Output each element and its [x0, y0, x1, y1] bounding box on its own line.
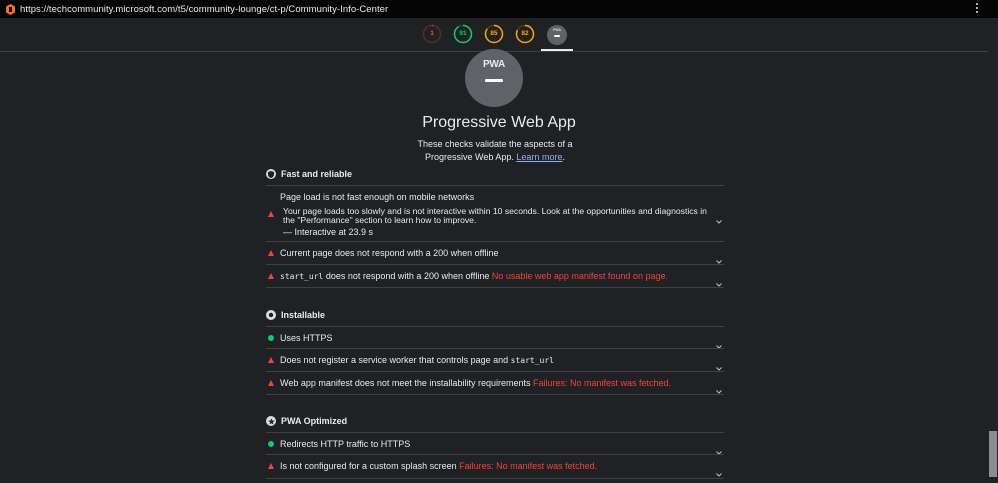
fail-triangle-icon — [268, 357, 274, 363]
section-installable: Installable — [266, 308, 325, 322]
audit-title: Page load is not fast enough on mobile n… — [280, 192, 475, 202]
pass-dot-icon — [268, 335, 274, 341]
pwa-category-badge: PWA — [465, 49, 523, 107]
section-pwa-optimized: PWA Optimized — [266, 414, 347, 428]
audit-redirects-https[interactable]: Redirects HTTP traffic to HTTPS — [266, 432, 724, 455]
site-favicon-icon — [6, 3, 15, 15]
fail-triangle-icon — [268, 380, 274, 386]
performance-score-gauge[interactable]: 1 — [422, 24, 442, 44]
more-options-icon[interactable] — [975, 3, 979, 14]
audit-failure-detail: Your page loads too slowly and is not in… — [283, 206, 707, 225]
audit-title-text: does not respond with a 200 when offline — [325, 271, 490, 281]
chevron-down-icon[interactable] — [716, 211, 722, 229]
section-title: Fast and reliable — [281, 169, 353, 179]
audit-title: Uses HTTPS — [280, 333, 333, 343]
url-text[interactable]: https://techcommunity.microsoft.com/t5/c… — [20, 4, 388, 15]
category-description: These checks validate the aspects of a P… — [417, 139, 573, 162]
fail-triangle-icon — [268, 463, 274, 469]
seo-score-value: 82 — [521, 30, 529, 37]
audit-title-text: Is not configured for a custom splash sc… — [280, 461, 457, 471]
audit-title-text: Does not register a service worker that … — [280, 355, 509, 365]
section-title: Installable — [281, 310, 326, 320]
pwa-badge-label: PWA — [483, 59, 505, 70]
star-icon — [266, 416, 276, 426]
seo-score-gauge[interactable]: 82 — [515, 24, 535, 44]
category-title: Progressive Web App — [422, 114, 576, 131]
audit-failure-detail: Failures: No manifest was fetched. — [532, 378, 672, 388]
audit-start-url-offline[interactable]: start_url does not respond with a 200 wh… — [266, 264, 724, 288]
audit-failure-detail: Failures: No manifest was fetched. — [459, 461, 598, 471]
chevron-down-icon[interactable] — [716, 381, 722, 399]
section-divider — [266, 394, 724, 395]
pwa-mini-dash-icon — [554, 35, 560, 37]
fail-triangle-icon — [268, 273, 274, 279]
performance-score-value: 1 — [430, 30, 434, 37]
audit-page-load-fast[interactable]: Page load is not fast enough on mobile n… — [266, 185, 724, 242]
audit-offline-200[interactable]: Current page does not respond with a 200… — [266, 241, 724, 265]
active-tab-indicator — [541, 49, 573, 51]
start-url-code: start_url — [280, 272, 324, 281]
address-bar: https://techcommunity.microsoft.com/t5/c… — [0, 0, 998, 18]
audit-title: Does not register a service worker that … — [280, 355, 554, 365]
pwa-badge-dash-icon — [485, 79, 503, 82]
scrollbar-thumb[interactable] — [989, 431, 997, 477]
audit-manifest-installability[interactable]: Web app manifest does not meet the insta… — [266, 371, 724, 395]
audit-title: Is not configured for a custom splash sc… — [280, 461, 597, 471]
pass-dot-icon — [268, 441, 274, 447]
plus-circle-icon — [266, 310, 276, 320]
shield-icon — [266, 169, 276, 179]
chevron-down-icon[interactable] — [716, 274, 722, 292]
section-divider — [266, 287, 724, 288]
audit-title: Web app manifest does not meet the insta… — [280, 378, 671, 388]
audit-title: start_url does not respond with a 200 wh… — [280, 271, 668, 281]
accessibility-score-gauge[interactable]: 91 — [453, 24, 473, 44]
fail-triangle-icon — [268, 211, 274, 217]
audit-title: Redirects HTTP traffic to HTTPS — [280, 439, 411, 449]
section-title: PWA Optimized — [281, 416, 348, 426]
accessibility-score-value: 91 — [459, 30, 467, 37]
audit-title: Current page does not respond with a 200… — [280, 248, 499, 258]
audit-splash-screen[interactable]: Is not configured for a custom splash sc… — [266, 454, 724, 479]
audit-title-text: Web app manifest does not meet the insta… — [280, 378, 531, 388]
section-fast-and-reliable: Fast and reliable — [266, 167, 352, 181]
best-practices-score-value: 85 — [490, 30, 498, 37]
best-practices-score-gauge[interactable]: 85 — [484, 24, 504, 44]
fail-triangle-icon — [268, 250, 274, 256]
score-gauges-bar: 1 91 85 82 PWA — [0, 18, 998, 52]
audit-failure-detail: No usable web app manifest found on page… — [491, 271, 668, 281]
chevron-down-icon[interactable] — [716, 464, 722, 482]
pwa-badge-tab[interactable]: PWA — [547, 25, 567, 45]
learn-more-link[interactable]: Learn more — [516, 152, 562, 162]
audit-service-worker[interactable]: Does not register a service worker that … — [266, 348, 724, 372]
pwa-mini-label: PWA — [553, 28, 561, 32]
audit-interactive-metric: — Interactive at 23.9 s — [283, 227, 374, 237]
start-url-code: start_url — [510, 356, 554, 365]
section-divider — [266, 478, 724, 479]
audit-uses-https[interactable]: Uses HTTPS — [266, 326, 724, 349]
